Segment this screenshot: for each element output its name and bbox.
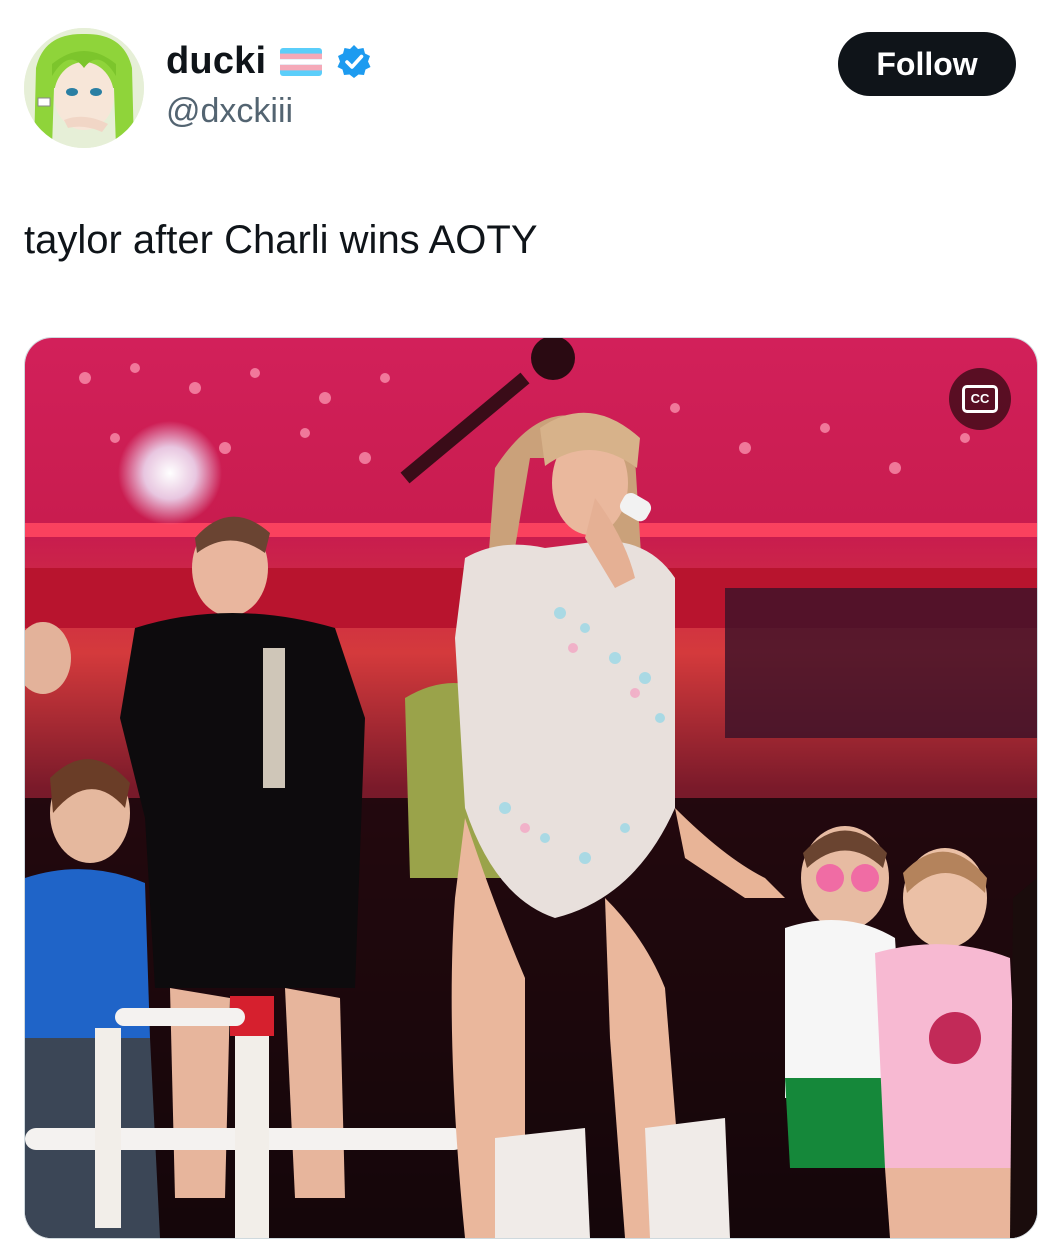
video-player[interactable]: CC: [24, 337, 1038, 1239]
tweet-text: taylor after Charli wins AOTY: [24, 218, 538, 262]
closed-captions-icon: CC: [962, 385, 998, 413]
trans-flag-icon: [280, 47, 323, 76]
verified-badge-icon[interactable]: [336, 44, 372, 80]
user-handle[interactable]: @dxckiii: [166, 92, 293, 131]
video-frame-image: [25, 338, 1037, 1238]
display-name[interactable]: ducki: [166, 40, 266, 83]
name-row: ducki: [166, 40, 372, 83]
tweet-header: ducki @dxckiii Follow: [0, 0, 1060, 160]
avatar[interactable]: [24, 28, 144, 148]
follow-button[interactable]: Follow: [838, 32, 1016, 96]
anime-avatar-icon: [24, 28, 144, 148]
closed-captions-button[interactable]: CC: [949, 368, 1011, 430]
